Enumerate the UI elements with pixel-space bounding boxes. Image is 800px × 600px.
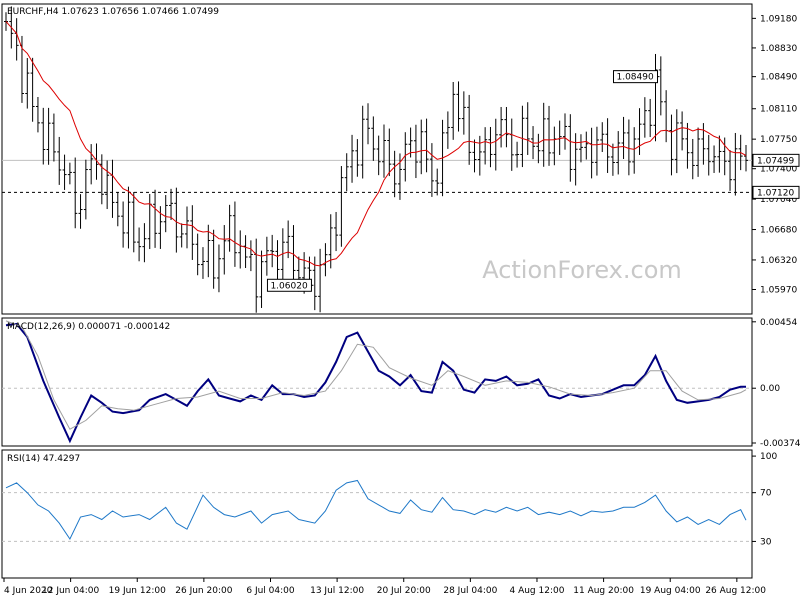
time-axis-label: 28 Jul 04:00 [443, 586, 497, 596]
price-axis-label: 1.08110 [760, 105, 797, 115]
rsi-axis-label: 100 [760, 452, 777, 462]
rsi-pane-title: RSI(14) 47.4297 [7, 454, 80, 464]
time-axis-label: 11 Aug 20:00 [573, 586, 634, 596]
price-axis-label: 1.08830 [760, 44, 797, 54]
price-axis-label: 1.06680 [760, 226, 797, 236]
time-axis-label: 19 Aug 04:00 [640, 586, 701, 596]
rsi-axis-label: 30 [760, 537, 772, 547]
time-axis-label: 12 Jun 04:00 [42, 586, 99, 596]
price-axis-label: 1.09180 [760, 14, 797, 24]
time-axis-label: 26 Jun 20:00 [175, 586, 232, 596]
price-axis-label: 1.06320 [760, 256, 797, 266]
time-axis-label: 19 Jun 12:00 [109, 586, 166, 596]
time-axis-label: 6 Jul 04:00 [246, 586, 295, 596]
pane-frame-2 [1, 449, 753, 579]
price-axis-label: 1.08490 [760, 73, 797, 83]
level-price-label: 1.07120 [757, 188, 794, 198]
price-annotation-label: 1.06020 [270, 281, 307, 291]
chart-canvas: ActionForex.com 1.09180 1.08830 1.08490 1.08… [1, 3, 800, 596]
time-axis-label: 26 Aug 12:00 [705, 586, 766, 596]
price-axis-label: 1.07750 [760, 135, 797, 145]
time-axis-label: 4 Aug 12:00 [509, 586, 564, 596]
time-axis-label: 13 Jul 12:00 [310, 586, 364, 596]
rsi-axis-label: 70 [760, 489, 772, 499]
macd-axis-label: 0.00454 [760, 318, 797, 328]
price-pane-title: EURCHF,H4 1.07623 1.07656 1.07466 1.0749… [7, 7, 219, 17]
macd-pane-title: MACD(12,26,9) 0.000071 -0.000142 [7, 322, 170, 332]
current-price-label: 1.07499 [757, 156, 794, 166]
watermark-text: ActionForex.com [482, 256, 682, 284]
price-annotation-label: 1.08490 [616, 73, 653, 83]
time-axis-label: 20 Jul 20:00 [377, 586, 431, 596]
price-axis-label: 1.05970 [760, 286, 797, 296]
macd-axis-label: 0.00 [760, 384, 780, 394]
macd-axis-label: -0.003745 [760, 439, 800, 449]
